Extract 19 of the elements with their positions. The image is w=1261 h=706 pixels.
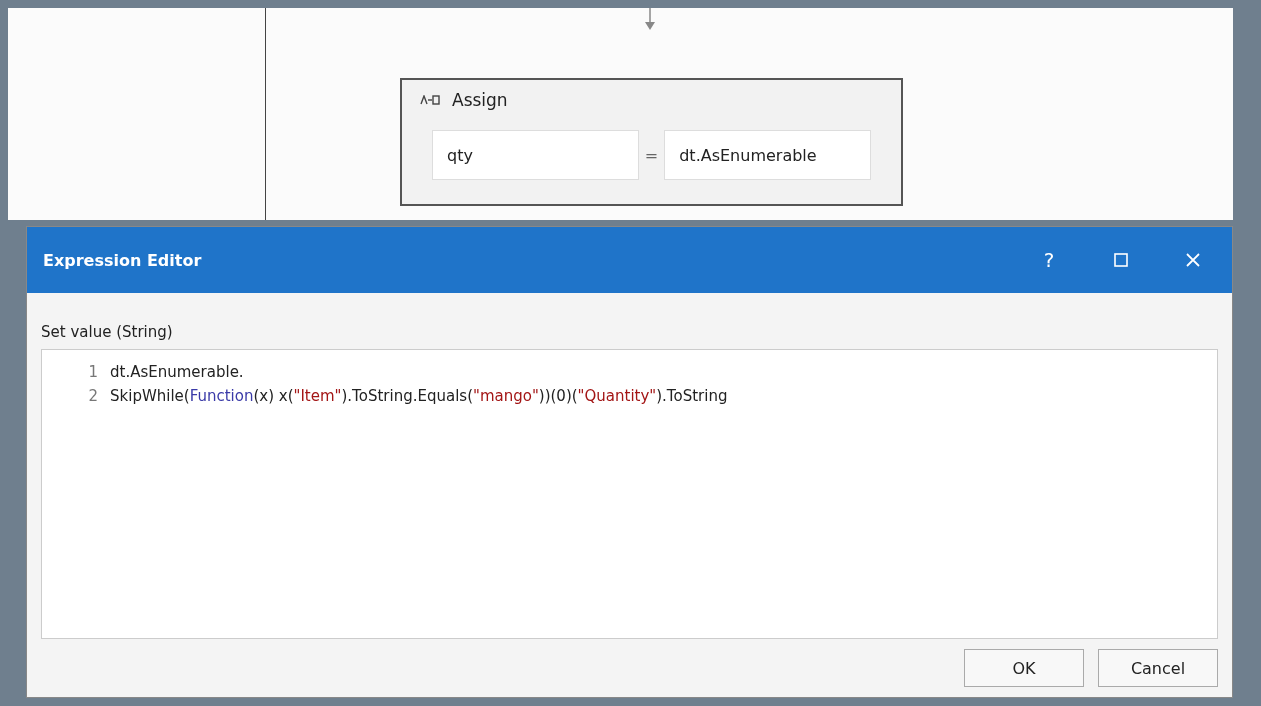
ok-button[interactable]: OK bbox=[964, 649, 1084, 687]
expression-editor-field[interactable]: 1 dt.AsEnumerable. 2 SkipWhile(Function(x) x("Item").ToString.Equals("mango"))(0)("Quantity").ToString bbox=[41, 349, 1218, 639]
activity-title: Assign bbox=[452, 90, 508, 110]
cancel-button[interactable]: Cancel bbox=[1098, 649, 1218, 687]
close-icon bbox=[1185, 252, 1201, 268]
dialog-title: Expression Editor bbox=[43, 250, 203, 270]
help-button[interactable]: ? bbox=[1024, 240, 1074, 280]
line-number: 2 bbox=[87, 387, 99, 405]
code-line: dt.AsEnumerable. bbox=[110, 363, 244, 381]
equals-sign: = bbox=[644, 145, 659, 165]
field-label: Set value (String) bbox=[41, 323, 174, 341]
code-line: SkipWhile(Function(x) x("Item").ToString.Equals("mango"))(0)("Quantity").ToString bbox=[110, 387, 728, 405]
arrow-icon bbox=[644, 8, 656, 32]
assign-value-field[interactable]: dt.AsEnumerable bbox=[664, 130, 871, 180]
maximize-icon bbox=[1113, 252, 1129, 268]
assign-to-field[interactable]: qty bbox=[432, 130, 639, 180]
assign-activity-card[interactable]: Assign qty = dt.AsEnumerable bbox=[400, 78, 903, 206]
line-number: 1 bbox=[87, 363, 99, 381]
assign-icon bbox=[420, 95, 440, 105]
